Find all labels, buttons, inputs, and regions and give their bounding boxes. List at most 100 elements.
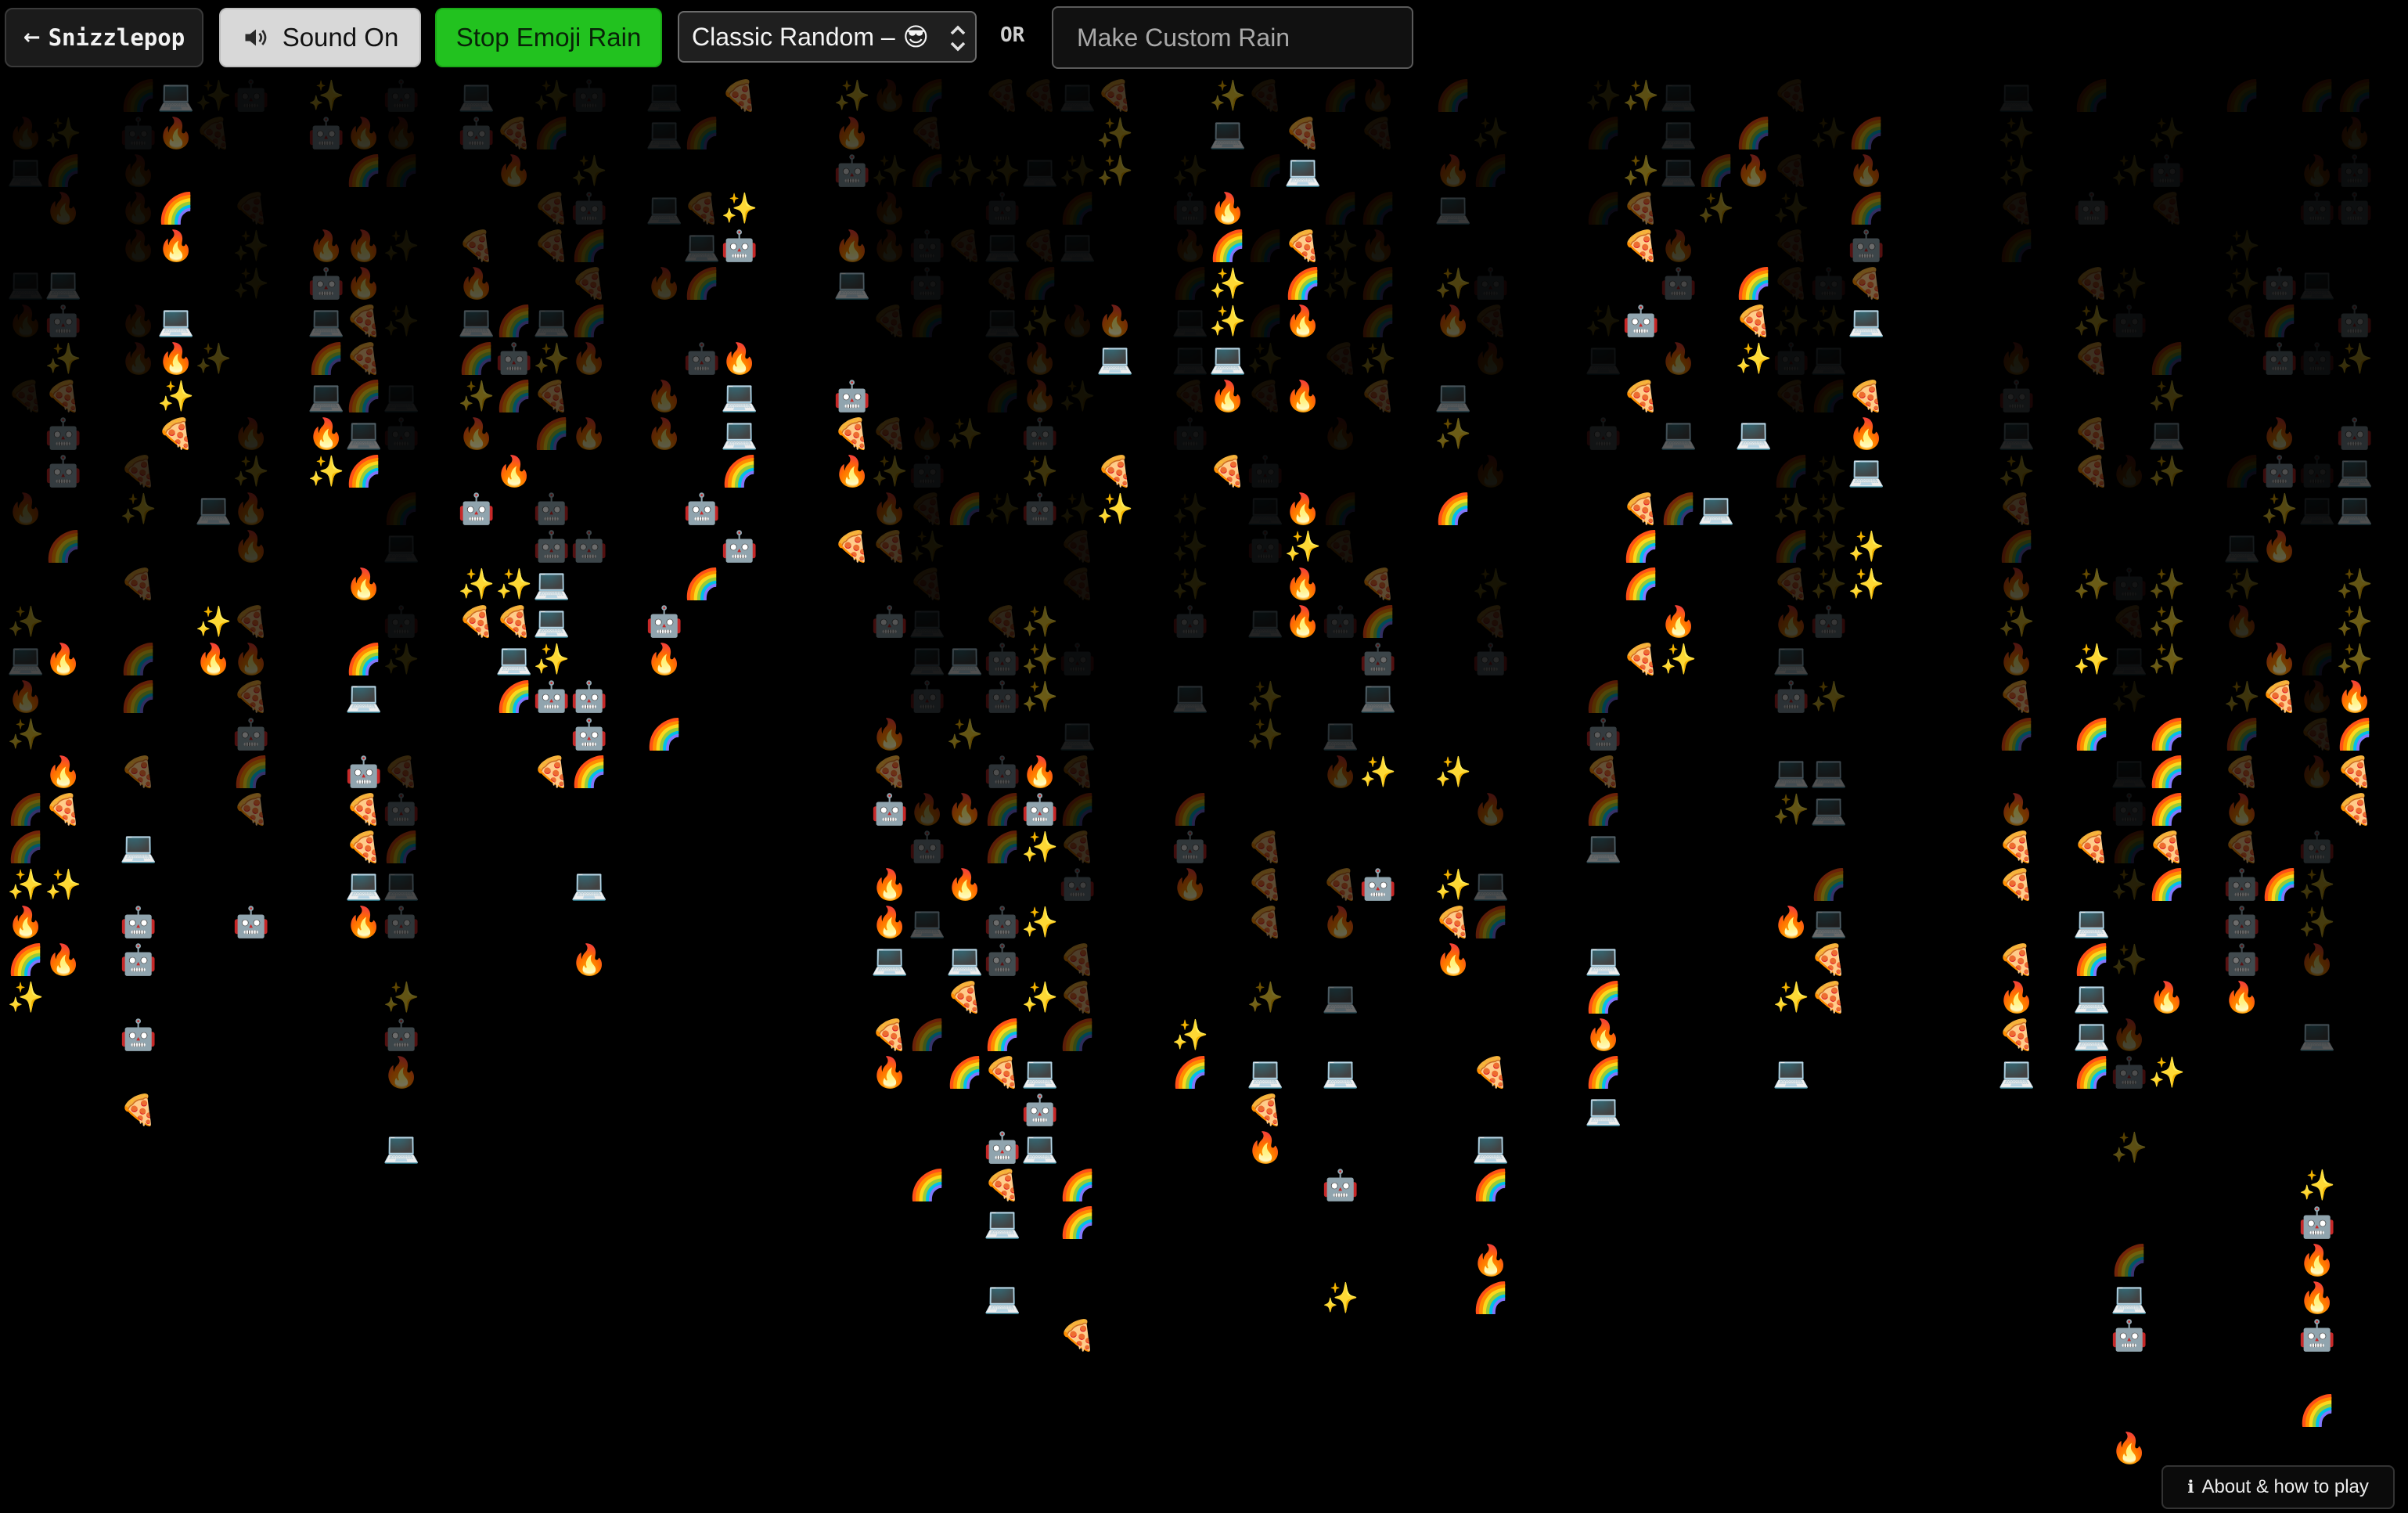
falling-emoji: 🌈	[1322, 191, 1359, 225]
falling-emoji: ⚡	[1179, 642, 1201, 676]
falling-emoji: ☔	[650, 229, 678, 263]
falling-emoji: 😀	[2264, 567, 2295, 601]
falling-emoji: ✨	[383, 980, 420, 1014]
falling-emoji: 🌈	[1284, 266, 1322, 301]
emoji-column: 🌈 😀 😎 🤖 ☔ 🍕 ✨ 🍕 😀 🍕 🍕 😀 ☔ ✨ ⚡ ✨ ⚡ 🌈 ☔ ☔ 🍕 ☔ 💻 🌈 💻 💻 🌈	[2072, 77, 2111, 1091]
falling-emoji: ⚡	[992, 1093, 1013, 1127]
falling-emoji: 🍕	[1622, 229, 1660, 263]
falling-emoji: ⚡	[1818, 416, 1840, 451]
falling-emoji: 😎	[48, 604, 79, 639]
falling-emoji: 😀	[1062, 341, 1093, 376]
falling-emoji: 🔥	[1585, 1018, 1622, 1052]
emoji-column: 😎 🌈 🔥 😀 😎 🌈 🍕 ✨ ⚡ 💻 ⚡ 😎	[1734, 77, 1773, 528]
falling-emoji: 😀	[724, 492, 755, 526]
falling-emoji: 😀	[1851, 604, 1882, 639]
falling-emoji: ⚡	[916, 942, 938, 977]
sound-toggle-button[interactable]: Sound On	[219, 8, 421, 67]
falling-emoji: 🍕	[1359, 116, 1397, 150]
falling-emoji: 💻	[1059, 78, 1096, 113]
falling-emoji: 🔥	[232, 416, 270, 451]
falling-emoji: ⚡	[2306, 1093, 2328, 1127]
falling-emoji: ⚡	[1330, 1393, 1352, 1428]
falling-emoji: ☔	[1176, 116, 1204, 150]
falling-emoji: ✨	[1434, 266, 1472, 301]
falling-emoji: 🌈	[45, 153, 82, 188]
falling-emoji: ✨	[1322, 1281, 1359, 1315]
falling-emoji: 🤖	[2111, 567, 2148, 601]
falling-emoji: 🤖	[2336, 416, 2374, 451]
falling-emoji: 🍕	[2223, 304, 2261, 338]
falling-emoji: ⚡	[954, 755, 976, 789]
falling-emoji: 💻	[1660, 78, 1697, 113]
falling-emoji: 🔥	[1660, 341, 1697, 376]
falling-emoji: ✨	[1059, 379, 1096, 413]
custom-rain-input[interactable]	[1052, 6, 1413, 69]
falling-emoji: 💻	[345, 416, 383, 451]
falling-emoji: 😀	[949, 905, 981, 939]
falling-emoji: 🤖	[308, 266, 345, 301]
falling-emoji: ☔	[688, 379, 716, 413]
about-button-label: About & how to play	[2201, 1476, 2369, 1497]
falling-emoji: 🌈	[1810, 379, 1848, 413]
falling-emoji: ✨	[458, 567, 495, 601]
falling-emoji: 😀	[574, 905, 605, 939]
falling-emoji: 🍕	[1998, 679, 2035, 714]
falling-emoji: 😀	[386, 454, 417, 488]
falling-emoji: ☔	[1326, 1243, 1355, 1277]
stop-emoji-rain-button[interactable]: Stop Emoji Rain	[435, 8, 662, 67]
falling-emoji: 🍕	[458, 229, 495, 263]
rain-mode-select[interactable]: Classic Random – 😎	[678, 11, 977, 63]
emoji-column: ✨ 🌈 ☔ 🍕 🍕 ⚡ 💻 ✨ 🍕 🌈 ☔ 🤖 🤖 💻 💻 ✨ 🤖 😎 🍕	[532, 77, 571, 791]
falling-emoji: ⚡	[1593, 642, 1614, 676]
falling-emoji: 💻	[7, 266, 45, 301]
falling-emoji: 💻	[2073, 1018, 2111, 1052]
falling-emoji: 🤖	[533, 529, 571, 564]
falling-emoji: 🍕	[871, 1018, 909, 1052]
falling-emoji: ✨	[2111, 942, 2148, 977]
falling-emoji: 🔥	[2336, 679, 2374, 714]
falling-emoji: ⚡	[916, 1205, 938, 1240]
falling-emoji: 🔥	[833, 229, 871, 263]
falling-emoji: ☔	[1064, 454, 1092, 488]
emoji-column: ⚡ ✨ 😎 ⚡ 😀 🤖 ✨ 💻 🌈 ⚡ ✨ ✨ ✨ ✨ 🤖 😀 ✨ 😎 💻 💻 ⚡ 🌈 💻 🍕 🍕 😎	[1809, 77, 1848, 1054]
falling-emoji: ☔	[350, 78, 378, 113]
falling-emoji: 🔥	[1322, 755, 1359, 789]
falling-emoji: 😀	[2264, 792, 2295, 827]
falling-emoji: ⚡	[879, 266, 901, 301]
falling-emoji: 😎	[1776, 1018, 1807, 1052]
falling-emoji: 🍕	[1059, 567, 1096, 601]
falling-emoji: 🌈	[1247, 153, 1284, 188]
about-how-to-play-button[interactable]: ℹ About & how to play	[2161, 1465, 2395, 1509]
falling-emoji: 🍕	[2111, 604, 2148, 639]
info-icon: ℹ	[2187, 1477, 2194, 1497]
falling-emoji: 🍕	[1059, 755, 1096, 789]
falling-emoji: ☔	[2153, 905, 2181, 939]
falling-emoji: 😀	[987, 116, 1018, 150]
falling-emoji: 🔥	[871, 717, 909, 751]
falling-emoji: 🍕	[833, 416, 871, 451]
falling-emoji: 🍕	[2073, 454, 2111, 488]
emoji-column: ☔ 🔥 🌈 😎 🔥 🔥 🍕 🍕 🌈 💻 🌈 ☔ 😎 🔥 😀 🌈 💻 ☔ 🤖 🍕 🍕 💻 🔥	[344, 77, 383, 941]
falling-emoji: 🤖	[533, 679, 571, 714]
falling-emoji: 🤖	[1773, 341, 1810, 376]
falling-emoji: 🤖	[45, 454, 82, 488]
falling-emoji: 😎	[1475, 830, 1506, 864]
falling-emoji: 🌈	[2073, 1055, 2111, 1090]
falling-emoji: ⚡	[541, 266, 563, 301]
falling-emoji: 🍕	[2073, 830, 2111, 864]
falling-emoji: ☔	[538, 153, 566, 188]
falling-emoji: 😀	[1438, 679, 1469, 714]
falling-emoji: 🌈	[1322, 492, 1359, 526]
falling-emoji: 😀	[461, 679, 492, 714]
falling-emoji: 💻	[308, 379, 345, 413]
falling-emoji: 😀	[1325, 379, 1356, 413]
falling-emoji: 🍕	[1810, 942, 1848, 977]
falling-emoji: ⚡	[52, 229, 74, 263]
falling-emoji: ✨	[383, 229, 420, 263]
falling-emoji: 🌈	[571, 755, 608, 789]
falling-emoji: ☔	[1064, 116, 1092, 150]
falling-emoji: ⚡	[1330, 1093, 1352, 1127]
back-button[interactable]: ← Snizzlepop	[5, 8, 203, 67]
falling-emoji: 🌈	[7, 942, 45, 977]
falling-emoji: ⚡	[2081, 679, 2103, 714]
